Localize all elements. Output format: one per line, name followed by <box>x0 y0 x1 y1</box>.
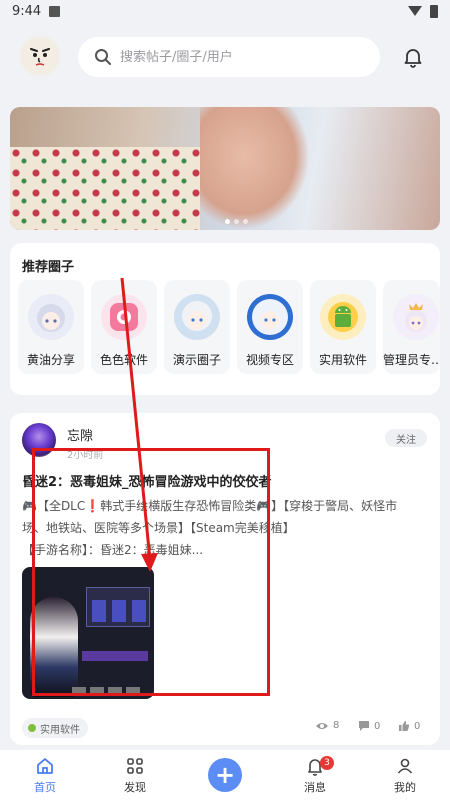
anime-girl-avatar-icon <box>247 294 293 340</box>
grid-icon <box>127 757 143 774</box>
circle-item[interactable]: 色色软件 <box>91 280 157 374</box>
circle-item[interactable]: 演示圈子 <box>164 280 230 374</box>
like-button[interactable]: 0 <box>398 720 420 732</box>
tab-messages[interactable]: 3 消息 <box>270 750 360 800</box>
battery-icon <box>430 4 438 18</box>
tab-profile[interactable]: 我的 <box>360 750 450 800</box>
android-icon <box>320 294 366 340</box>
thumbs-up-icon <box>399 721 410 731</box>
bell-icon <box>404 49 422 68</box>
circle-label: 黄油分享 <box>26 353 75 367</box>
bottom-tab-bar: 首页 发现 + 3 消息 我的 <box>0 750 450 800</box>
like-count: 0 <box>414 720 421 732</box>
tab-label: 首页 <box>34 780 56 794</box>
circle-label: 视频专区 <box>245 353 294 367</box>
post-tag-label: 实用软件 <box>40 724 80 736</box>
author-name[interactable]: 忘隙 <box>67 425 93 444</box>
anime-girl-avatar-icon <box>174 294 220 340</box>
notification-bell-button[interactable] <box>400 44 426 70</box>
circle-item[interactable]: 管理员专… <box>383 280 440 374</box>
status-time: 9:44 <box>12 3 42 19</box>
section-title: 推荐圈子 <box>22 260 75 275</box>
cartoon-face-icon <box>30 48 50 66</box>
post-tag[interactable]: 实用软件 <box>22 718 88 738</box>
follow-button[interactable]: 关注 <box>385 429 427 447</box>
wifi-icon <box>408 6 422 16</box>
tag-icon <box>28 724 36 732</box>
eye-icon <box>316 722 328 729</box>
search-bar[interactable] <box>78 37 380 77</box>
circle-label: 管理员专… <box>383 353 440 367</box>
plus-icon: + <box>208 758 242 792</box>
anime-girl-avatar-icon <box>28 294 74 340</box>
notification-badge: 3 <box>320 756 334 770</box>
view-count-value: 8 <box>333 720 340 731</box>
annotation-highlight-box <box>32 448 270 696</box>
user-avatar[interactable] <box>20 36 60 76</box>
pink-app-icon <box>101 294 147 340</box>
top-bar <box>0 36 450 80</box>
tab-discover[interactable]: 发现 <box>90 750 180 800</box>
tab-label: 我的 <box>394 780 416 794</box>
circle-label: 演示圈子 <box>172 353 221 367</box>
circle-item[interactable]: 视频专区 <box>237 280 303 374</box>
home-icon <box>37 757 53 774</box>
circle-item[interactable]: 黄油分享 <box>18 280 84 374</box>
carousel-indicator <box>225 219 248 224</box>
tab-label: 消息 <box>304 780 326 794</box>
comment-button[interactable]: 0 <box>358 720 380 732</box>
tab-home[interactable]: 首页 <box>0 750 90 800</box>
comment-count: 0 <box>374 720 381 732</box>
notification-icon <box>49 5 61 17</box>
comment-icon <box>359 721 369 731</box>
user-icon <box>397 758 413 774</box>
anime-girl-avatar-icon <box>393 294 439 340</box>
circle-label: 实用软件 <box>318 353 367 367</box>
search-input[interactable] <box>120 49 340 65</box>
circle-item[interactable]: 实用软件 <box>310 280 376 374</box>
circle-label: 色色软件 <box>99 353 148 367</box>
tab-label: 发现 <box>124 780 146 794</box>
banner-carousel[interactable] <box>10 107 440 230</box>
search-icon <box>95 49 111 65</box>
status-bar: 9:44 <box>0 0 450 22</box>
tab-create[interactable]: + <box>180 750 270 800</box>
view-count: 8 <box>315 720 339 731</box>
banner-image <box>10 147 200 230</box>
recommended-circles-section: 推荐圈子 黄油分享 色色软件 演示圈子 视频专区 实用软件 管理员专… <box>10 243 440 395</box>
